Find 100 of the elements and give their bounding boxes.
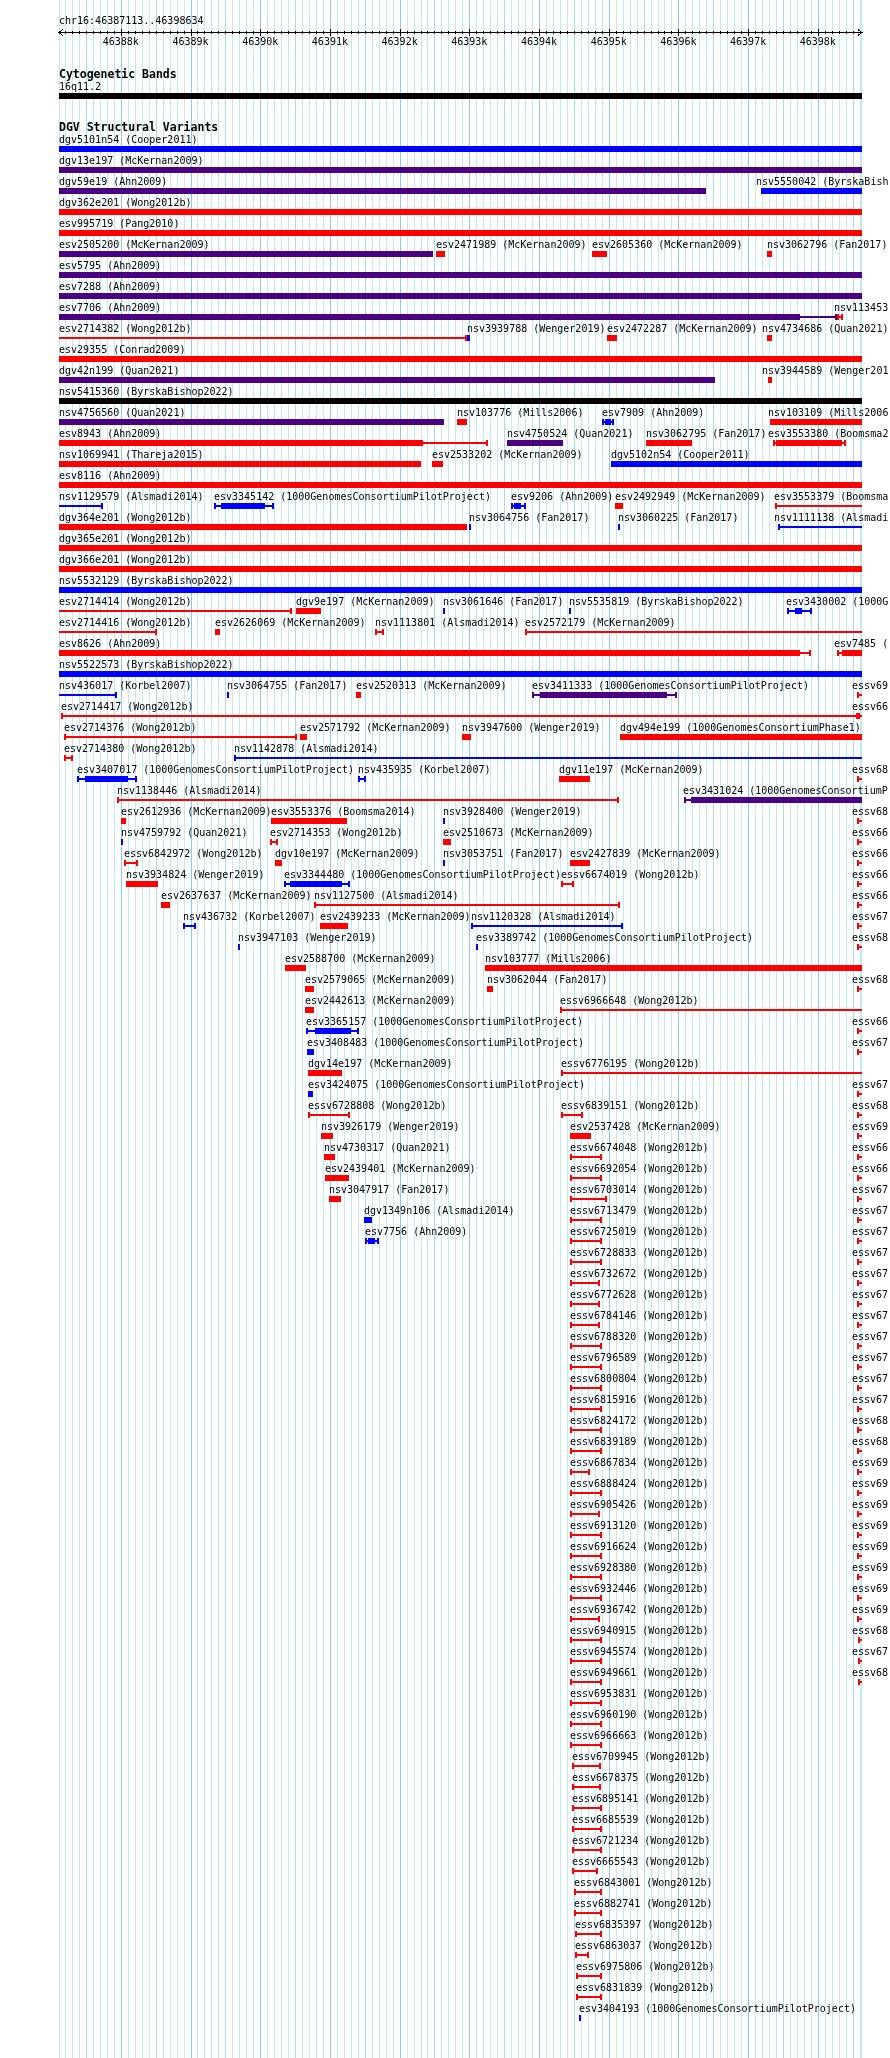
variant-span[interactable] <box>570 1238 602 1244</box>
variant-span[interactable] <box>570 1658 602 1664</box>
variant-span[interactable] <box>270 839 278 845</box>
variant-span[interactable] <box>572 1868 598 1874</box>
variant-span[interactable] <box>572 1826 602 1832</box>
variant-span[interactable] <box>570 1721 602 1727</box>
variant-span[interactable] <box>183 923 196 929</box>
variant-span[interactable] <box>857 902 862 908</box>
variant-bar[interactable] <box>77 776 137 782</box>
variant-span[interactable] <box>857 1049 862 1055</box>
variant-span[interactable] <box>857 881 862 887</box>
variant-span[interactable] <box>857 860 862 866</box>
variant-span[interactable] <box>572 1805 602 1811</box>
variant-span[interactable] <box>471 923 623 929</box>
variant-bar[interactable] <box>365 1238 379 1244</box>
variant-span[interactable] <box>857 986 862 992</box>
variant-span[interactable] <box>857 1427 862 1433</box>
variant-span[interactable] <box>857 1238 862 1244</box>
variant-span[interactable] <box>572 1784 601 1790</box>
variant-span[interactable] <box>837 314 843 320</box>
variant-span[interactable] <box>560 1007 862 1013</box>
variant-span[interactable] <box>570 1511 600 1517</box>
variant-span[interactable] <box>857 839 862 845</box>
variant-span[interactable] <box>570 1196 607 1202</box>
variant-span[interactable] <box>570 1469 590 1475</box>
variant-span[interactable] <box>570 1574 602 1580</box>
variant-span[interactable] <box>570 1154 602 1160</box>
variant-span[interactable] <box>857 1133 862 1139</box>
variant-span[interactable] <box>570 1259 602 1265</box>
variant-span[interactable] <box>857 1490 862 1496</box>
variant-span[interactable] <box>857 818 862 824</box>
variant-span[interactable] <box>857 1112 862 1118</box>
variant-span[interactable] <box>570 1637 602 1643</box>
variant-span[interactable] <box>857 1469 862 1475</box>
variant-span[interactable] <box>857 1385 862 1391</box>
variant-span[interactable] <box>857 1553 862 1559</box>
variant-span[interactable] <box>570 1553 602 1559</box>
variant-span[interactable] <box>561 1070 862 1076</box>
variant-span[interactable] <box>59 692 117 698</box>
variant-span[interactable] <box>570 1679 602 1685</box>
variant-span[interactable] <box>570 1322 600 1328</box>
variant-span[interactable] <box>308 1112 350 1118</box>
variant-span[interactable] <box>570 1742 602 1748</box>
variant-span[interactable] <box>857 1217 862 1223</box>
variant-span[interactable] <box>570 1427 602 1433</box>
variant-span[interactable] <box>575 1952 589 1958</box>
variant-span[interactable] <box>561 881 574 887</box>
variant-span[interactable] <box>570 1490 602 1496</box>
variant-span[interactable] <box>61 713 858 719</box>
variant-span[interactable] <box>857 944 862 950</box>
variant-span[interactable] <box>778 524 862 530</box>
variant-span[interactable] <box>234 755 862 761</box>
variant-span[interactable] <box>570 1385 602 1391</box>
variant-bar[interactable] <box>59 314 837 320</box>
variant-span[interactable] <box>857 1364 862 1370</box>
variant-span[interactable] <box>59 335 467 341</box>
variant-span[interactable] <box>576 1994 602 2000</box>
variant-span[interactable] <box>572 1763 601 1769</box>
variant-span[interactable] <box>570 1364 602 1370</box>
variant-span[interactable] <box>117 797 619 803</box>
variant-span[interactable] <box>857 1595 862 1601</box>
variant-span[interactable] <box>857 923 862 929</box>
variant-span[interactable] <box>857 1091 862 1097</box>
variant-span[interactable] <box>857 1406 862 1412</box>
variant-span[interactable] <box>857 1616 862 1622</box>
variant-span[interactable] <box>572 1847 602 1853</box>
variant-span[interactable] <box>857 776 862 782</box>
variant-span[interactable] <box>570 1595 602 1601</box>
variant-span[interactable] <box>570 1175 602 1181</box>
variant-bar[interactable] <box>787 608 812 614</box>
variant-span[interactable] <box>570 1343 602 1349</box>
variant-span[interactable] <box>857 1154 862 1160</box>
variant-span[interactable] <box>857 1028 862 1034</box>
variant-bar[interactable] <box>214 503 274 509</box>
variant-span[interactable] <box>570 1448 602 1454</box>
variant-span[interactable] <box>59 629 157 635</box>
variant-span[interactable] <box>857 1343 862 1349</box>
variant-span[interactable] <box>124 860 138 866</box>
variant-span[interactable] <box>857 1448 862 1454</box>
variant-span[interactable] <box>576 1973 602 1979</box>
variant-span[interactable] <box>64 755 73 761</box>
variant-span[interactable] <box>561 1112 583 1118</box>
variant-span[interactable] <box>525 629 862 635</box>
variant-span[interactable] <box>314 902 620 908</box>
variant-span[interactable] <box>575 1931 602 1937</box>
variant-span[interactable] <box>570 1301 600 1307</box>
variant-bar[interactable] <box>306 1028 359 1034</box>
variant-span[interactable] <box>574 1889 602 1895</box>
variant-span[interactable] <box>857 1196 862 1202</box>
variant-span[interactable] <box>59 503 103 509</box>
variant-span[interactable] <box>375 629 384 635</box>
variant-span[interactable] <box>64 734 297 740</box>
variant-span[interactable] <box>358 776 366 782</box>
variant-bar[interactable] <box>511 503 526 509</box>
variant-span[interactable] <box>857 1322 862 1328</box>
variant-span[interactable] <box>857 692 862 698</box>
variant-span[interactable] <box>857 1280 862 1286</box>
variant-span[interactable] <box>570 1532 602 1538</box>
variant-span[interactable] <box>570 1616 600 1622</box>
variant-span[interactable] <box>857 1532 862 1538</box>
